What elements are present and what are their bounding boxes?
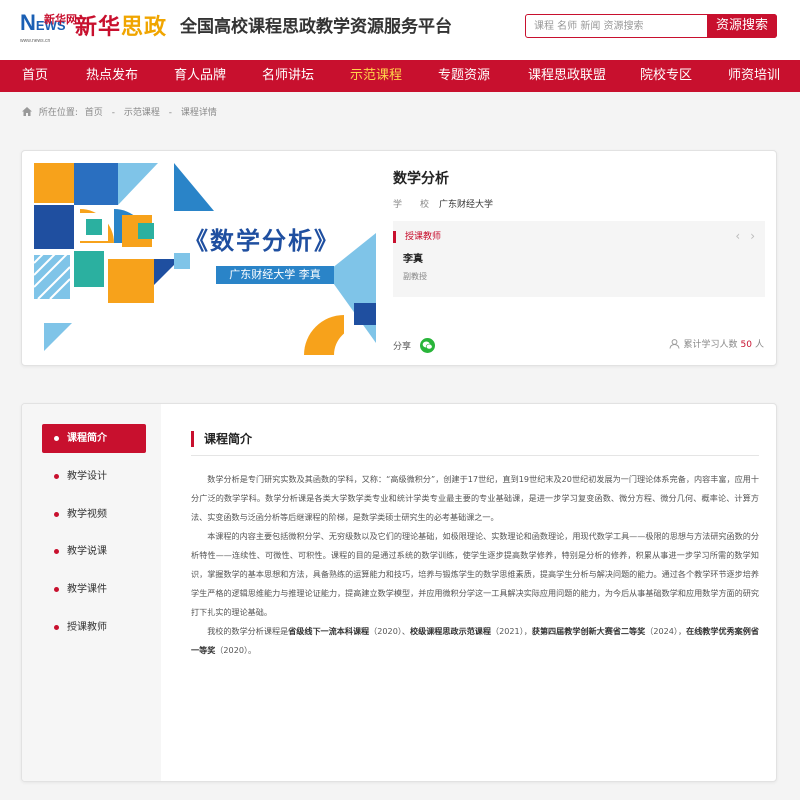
site-url: www.news.cn <box>20 38 51 44</box>
search-box: 资源搜索 <box>525 14 777 38</box>
sidebar-item-design[interactable]: 教学设计 <box>42 462 146 491</box>
sidebar-item-teachers[interactable]: 授课教师 <box>42 613 146 642</box>
teacher-pager: ‹ › <box>725 229 755 243</box>
nav-item-home[interactable]: 首页 <box>22 60 48 92</box>
nav-item-hot[interactable]: 热点发布 <box>86 60 138 92</box>
learners-label: 累计学习人数 <box>683 340 738 350</box>
brand-logo: 新华思政 <box>75 14 168 40</box>
school-value[interactable]: 广东财经大学 <box>439 200 493 210</box>
nav-item-brand[interactable]: 育人品牌 <box>174 60 226 92</box>
cover-graphic <box>34 163 376 355</box>
nav-item-lecture[interactable]: 名师讲坛 <box>262 60 314 92</box>
course-title: 数学分析 <box>393 171 449 187</box>
learner-count: 累计学习人数 50 人 <box>669 338 764 352</box>
cover-subtitle: 广东财经大学 李真 <box>216 266 334 284</box>
site-header: NEWS 新华网 www.news.cn 新华思政 全国高校课程思政教学资源服务… <box>0 0 800 60</box>
wechat-icon[interactable] <box>419 338 435 353</box>
sidebar-item-video[interactable]: 教学视频 <box>42 500 146 529</box>
school-row: 学 校广东财经大学 <box>393 198 493 212</box>
breadcrumb-demo-courses[interactable]: 示范课程 <box>124 108 160 118</box>
intro-paragraph-1: 数学分析是专门研究实数及其函数的学科，又称：“高级微积分”，创建于17世纪，直到… <box>191 474 759 522</box>
nav-item-training[interactable]: 师资培训 <box>728 60 780 92</box>
site-logo[interactable]: NEWS 新华网 www.news.cn 新华思政 <box>20 12 170 45</box>
nav-item-school-zone[interactable]: 院校专区 <box>640 60 692 92</box>
search-input[interactable] <box>534 17 704 35</box>
learners-number: 50 <box>740 340 752 350</box>
cover-title: 《数学分析》 <box>184 227 340 255</box>
section-body: 数学分析是专门研究实数及其函数的学科，又称：“高级微积分”，创建于17世纪，直到… <box>191 470 759 660</box>
chevron-left-icon[interactable]: ‹ <box>735 229 740 243</box>
teacher-name[interactable]: 李真 <box>403 253 423 267</box>
breadcrumb-sep: - <box>111 108 115 118</box>
teacher-section-title: 授课教师 <box>393 231 441 243</box>
school-label: 学 校 <box>393 200 430 210</box>
sidebar-item-intro[interactable]: 课程简介 <box>42 424 146 453</box>
teacher-title: 副教授 <box>403 272 427 281</box>
nav-item-topics[interactable]: 专题资源 <box>438 60 490 92</box>
award-2: 校级课程思政示范课程 <box>410 626 491 636</box>
chevron-right-icon[interactable]: › <box>750 229 755 243</box>
xinhua-text: 新华网 <box>44 13 77 26</box>
award-1: 省级线下一流本科课程 <box>288 626 370 636</box>
course-card: 《数学分析》 广东财经大学 李真 数学分析 学 校广东财经大学 授课教师 ‹ › … <box>21 150 777 366</box>
breadcrumb-current: 课程详情 <box>180 108 217 118</box>
share-row: 分享 <box>393 338 435 354</box>
breadcrumb-prefix: 所在位置: <box>38 108 78 118</box>
site-title: 全国高校课程思政教学资源服务平台 <box>180 17 452 37</box>
section-divider <box>191 455 759 456</box>
section-title: 课程简介 <box>191 431 252 447</box>
breadcrumb-sep: - <box>168 108 172 118</box>
breadcrumb: 所在位置: 首页 - 示范课程 - 课程详情 <box>22 105 217 121</box>
share-label: 分享 <box>393 342 412 352</box>
intro-paragraph-2: 本课程的内容主要包括微积分学、无穷级数以及它们的理论基础，如极限理论、实数理论和… <box>191 531 759 617</box>
learners-unit: 人 <box>754 340 764 350</box>
sidebar-item-lecture-talk[interactable]: 教学说课 <box>42 537 146 566</box>
nav-item-alliance[interactable]: 课程思政联盟 <box>528 60 606 92</box>
home-icon <box>22 107 32 116</box>
content-card: 课程简介 教学设计 教学视频 教学说课 教学课件 授课教师 课程简介 数学分析是… <box>21 403 777 782</box>
main-nav: 首页 热点发布 育人品牌 名师讲坛 示范课程 专题资源 课程思政联盟 院校专区 … <box>0 60 800 92</box>
nav-item-demo-courses[interactable]: 示范课程 <box>350 60 402 92</box>
teacher-panel: 授课教师 ‹ › 李真 副教授 <box>393 221 765 297</box>
section-sidebar: 课程简介 教学设计 教学视频 教学说课 教学课件 授课教师 <box>22 404 161 781</box>
breadcrumb-home[interactable]: 首页 <box>85 108 103 118</box>
course-cover[interactable]: 《数学分析》 广东财经大学 李真 <box>34 163 376 355</box>
search-button[interactable]: 资源搜索 <box>707 14 777 38</box>
users-icon <box>669 339 680 349</box>
sidebar-item-slides[interactable]: 教学课件 <box>42 575 146 604</box>
intro-paragraph-3: 我校的数学分析课程是省级线下一流本科课程（2020）、校级课程思政示范课程（20… <box>191 626 759 655</box>
award-3: 获第四届教学创新大赛省二等奖 <box>531 626 646 636</box>
